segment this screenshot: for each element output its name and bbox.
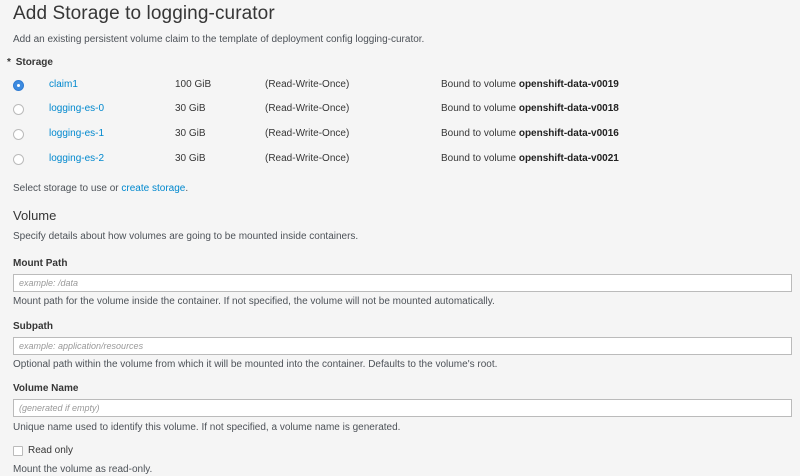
claim-bound-volume: Bound to volume openshift-data-v0021 (441, 153, 619, 164)
mount-path-input[interactable] (13, 274, 792, 292)
claim-radio[interactable] (13, 154, 24, 165)
bound-prefix: Bound to volume (441, 103, 517, 114)
claim-access-mode: (Read-Write-Once) (265, 128, 350, 139)
claim-bound-volume: Bound to volume openshift-data-v0018 (441, 103, 619, 114)
subpath-label: Subpath (13, 321, 53, 332)
volume-name-help: Unique name used to identify this volume… (13, 422, 401, 433)
claim-size: 30 GiB (175, 153, 206, 164)
subpath-help: Optional path within the volume from whi… (13, 359, 498, 370)
mount-path-help: Mount path for the volume inside the con… (13, 296, 495, 307)
claim-name-link[interactable]: logging-es-0 (49, 103, 104, 114)
bound-prefix: Bound to volume (441, 153, 517, 164)
select-storage-help: Select storage to use or create storage. (13, 183, 188, 194)
storage-claim-row[interactable]: logging-es-2 30 GiB (Read-Write-Once) Bo… (13, 150, 793, 170)
select-help-period: . (185, 183, 189, 194)
claim-name-link[interactable]: claim1 (49, 79, 78, 90)
create-storage-link[interactable]: create storage (121, 183, 185, 194)
claim-access-mode: (Read-Write-Once) (265, 103, 350, 114)
read-only-label[interactable]: Read only (28, 445, 73, 456)
claim-radio[interactable] (13, 129, 24, 140)
claim-name-link[interactable]: logging-es-2 (49, 153, 104, 164)
add-storage-page: Add Storage to logging-curator Add an ex… (0, 0, 800, 476)
claim-size: 100 GiB (175, 79, 212, 90)
volume-name-label: Volume Name (13, 383, 79, 394)
bound-prefix: Bound to volume (441, 79, 517, 90)
storage-label: * Storage (7, 57, 53, 68)
claim-size: 30 GiB (175, 103, 206, 114)
claim-radio[interactable] (13, 104, 24, 115)
read-only-checkbox[interactable] (13, 446, 23, 456)
volume-section-title: Volume (13, 208, 57, 223)
claim-name-link[interactable]: logging-es-1 (49, 128, 104, 139)
bound-volume-name: openshift-data-v0018 (518, 103, 619, 114)
storage-claim-row[interactable]: logging-es-0 30 GiB (Read-Write-Once) Bo… (13, 100, 793, 120)
bound-volume-name: openshift-data-v0016 (518, 128, 619, 139)
page-subtitle: Add an existing persistent volume claim … (13, 34, 425, 45)
storage-claim-row[interactable]: claim1 100 GiB (Read-Write-Once) Bound t… (13, 76, 793, 96)
claim-bound-volume: Bound to volume openshift-data-v0016 (441, 128, 619, 139)
claim-access-mode: (Read-Write-Once) (265, 153, 350, 164)
bound-volume-name: openshift-data-v0019 (518, 79, 619, 90)
volume-section-description: Specify details about how volumes are go… (13, 231, 359, 242)
storage-claim-row[interactable]: logging-es-1 30 GiB (Read-Write-Once) Bo… (13, 125, 793, 145)
claim-bound-volume: Bound to volume openshift-data-v0019 (441, 79, 619, 90)
bound-prefix: Bound to volume (441, 128, 517, 139)
read-only-help: Mount the volume as read-only. (13, 464, 153, 475)
claim-radio[interactable] (13, 80, 24, 91)
select-help-text: Select storage to use or (13, 183, 119, 194)
required-mark: * (7, 57, 11, 68)
claim-size: 30 GiB (175, 128, 206, 139)
storage-label-text: Storage (15, 57, 53, 68)
mount-path-label: Mount Path (13, 258, 68, 269)
page-title: Add Storage to logging-curator (13, 3, 275, 24)
subpath-input[interactable] (13, 337, 792, 355)
volume-name-input[interactable] (13, 399, 792, 417)
bound-volume-name: openshift-data-v0021 (518, 153, 619, 164)
claim-access-mode: (Read-Write-Once) (265, 79, 350, 90)
